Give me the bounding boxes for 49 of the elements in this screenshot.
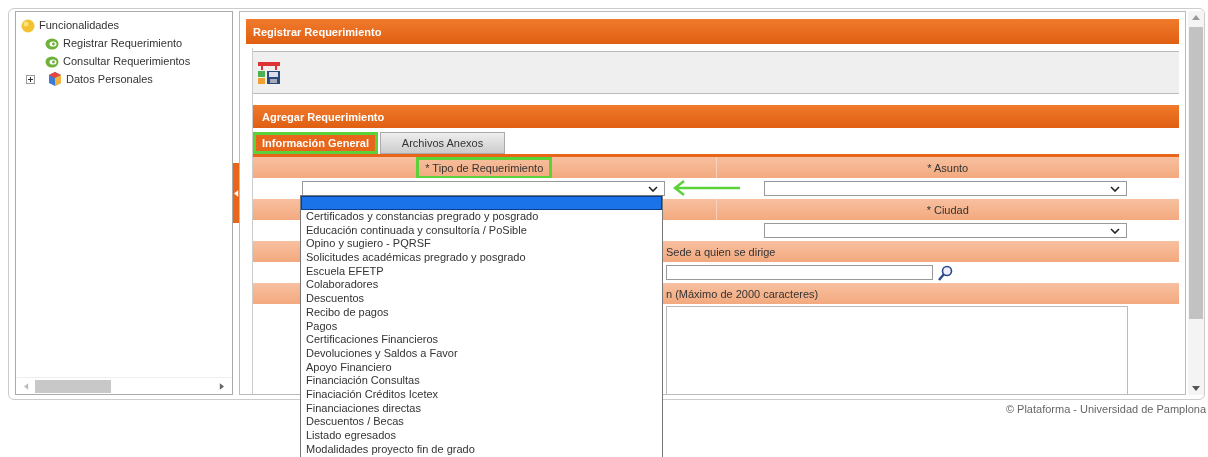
search-input[interactable] (666, 265, 933, 280)
page-title: Registrar Requerimiento (253, 25, 382, 38)
dropdown-option[interactable]: Opino y sugiero - PQRSF (301, 237, 662, 252)
scroll-left-icon[interactable] (24, 382, 29, 390)
tree-item[interactable]: Funcionalidades (39, 19, 120, 31)
select-field[interactable] (763, 223, 1127, 238)
horizontal-scrollbar[interactable] (16, 377, 232, 394)
dropdown-option[interactable]: Escuela EFETP (301, 264, 662, 279)
dropdown-option[interactable]: Pagos (301, 319, 662, 334)
field-label: n (Máximo de 2000 caracteres) (666, 287, 819, 300)
blank-option[interactable] (301, 196, 662, 210)
dropdown-option[interactable]: Educación continuada y consultoría / PoSible (301, 223, 662, 238)
field-label: * Ciudad (925, 202, 970, 218)
dropdown-option[interactable]: Modalidades proyecto fin de grado (301, 442, 662, 457)
dropdown-option[interactable]: Financiación Consultas (301, 374, 662, 388)
field-label: * Asunto (926, 160, 970, 176)
vertical-scrollbar[interactable] (1188, 11, 1204, 395)
select-field[interactable] (763, 181, 1127, 196)
dropdown-option[interactable]: Colaboradores (301, 278, 662, 293)
expand-icon[interactable] (26, 74, 35, 84)
tree-item[interactable]: Consultar Requerimientos (63, 55, 191, 67)
chevron-icon (1109, 185, 1120, 192)
dropdown-option[interactable]: Descuentos / Becas (301, 415, 662, 429)
tab[interactable]: Archivos Anexos (380, 132, 505, 154)
chevron-icon (1109, 227, 1120, 234)
dropdown-option[interactable]: Listado egresados (301, 429, 662, 443)
field-label: Sede a quien se dirige (666, 245, 776, 258)
section-title: Agregar Requerimiento (262, 110, 385, 123)
chevron-icon (648, 185, 658, 192)
dropdown-option[interactable]: Certificaciones Financieros (301, 333, 662, 347)
dropdown-option[interactable]: Solicitudes académicas pregrado y posgrado (301, 251, 662, 265)
dropdown-option[interactable]: Finaciación Créditos Icetex (301, 387, 662, 402)
scroll-down-icon[interactable] (1192, 385, 1200, 391)
collapse-handle[interactable] (233, 163, 239, 223)
save-icon[interactable] (257, 60, 281, 85)
dropdown-option[interactable]: Apoyo Financiero (301, 360, 662, 375)
dropdown-option[interactable]: Certificados y constancias pregrado y posgrado (301, 210, 662, 224)
scroll-right-icon[interactable] (219, 382, 224, 390)
scroll-up-icon[interactable] (1192, 15, 1200, 21)
dropdown-option[interactable]: Recibo de pagos (301, 305, 662, 320)
footer-text: © Plataforma - Universidad de Pamplona (1005, 403, 1206, 415)
cube-icon (47, 71, 63, 87)
tree-item[interactable]: Registrar Requerimiento (63, 37, 183, 49)
tree-item[interactable]: Datos Personales (66, 73, 153, 85)
folder-ball-icon (20, 17, 36, 33)
dropdown-option[interactable]: Devoluciones y Saldos a Favor (301, 346, 662, 361)
dropdown-option[interactable]: Financiaciones directas (301, 401, 662, 416)
search-icon[interactable] (937, 264, 953, 281)
dropdown-option[interactable]: Descuentos (301, 292, 662, 306)
